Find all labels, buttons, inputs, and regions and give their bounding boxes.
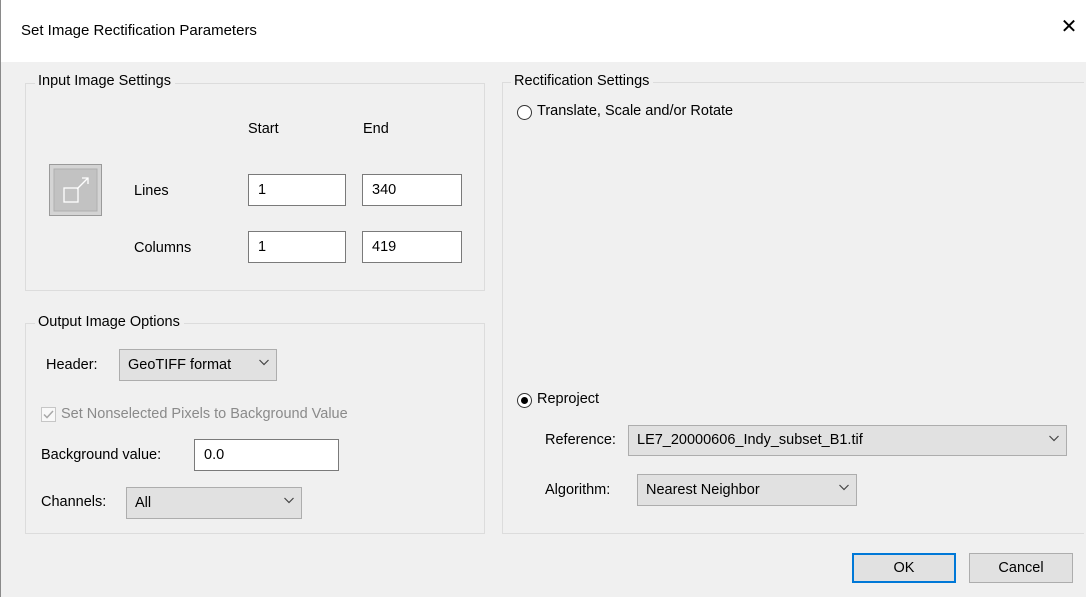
nonselected-pixels-checkbox[interactable]	[41, 407, 56, 422]
close-button[interactable]: ✕	[1058, 14, 1080, 40]
chevron-down-icon	[839, 483, 849, 492]
channels-label: Channels:	[41, 494, 107, 510]
background-value-label: Background value:	[41, 447, 162, 463]
rectification-settings-group	[502, 82, 1084, 534]
output-image-options-legend: Output Image Options	[35, 314, 184, 330]
translate-scale-rotate-radio[interactable]	[517, 105, 532, 120]
reference-value: LE7_20000606_Indy_subset_B1.tif	[637, 432, 863, 448]
chevron-down-icon	[284, 496, 294, 505]
reproject-label: Reproject	[537, 391, 600, 407]
translate-scale-rotate-label: Translate, Scale and/or Rotate	[537, 103, 734, 119]
lines-end-input[interactable]: 340	[362, 174, 462, 206]
region-select-button[interactable]	[49, 164, 102, 216]
reproject-radio[interactable]	[517, 393, 532, 408]
columns-label: Columns	[134, 240, 192, 256]
algorithm-label: Algorithm:	[545, 482, 611, 498]
columns-end-input[interactable]: 419	[362, 231, 462, 263]
start-header: Start	[248, 121, 279, 137]
channels-select[interactable]: All	[126, 487, 302, 519]
reference-label: Reference:	[545, 432, 616, 448]
chevron-down-icon	[1049, 434, 1059, 443]
window-region-select-icon	[53, 168, 98, 212]
background-value-input[interactable]: 0.0	[194, 439, 339, 471]
window-title: Set Image Rectification Parameters	[21, 22, 257, 39]
ok-button[interactable]: OK	[852, 553, 956, 583]
algorithm-select[interactable]: Nearest Neighbor	[637, 474, 857, 506]
lines-label: Lines	[134, 183, 169, 199]
end-header: End	[363, 121, 389, 137]
columns-start-input[interactable]: 1	[248, 231, 346, 263]
chevron-down-icon	[259, 358, 269, 367]
header-format-select[interactable]: GeoTIFF format	[119, 349, 277, 381]
reference-select[interactable]: LE7_20000606_Indy_subset_B1.tif	[628, 425, 1067, 456]
header-label: Header:	[46, 357, 98, 373]
close-icon: ✕	[1060, 16, 1078, 38]
nonselected-pixels-label: Set Nonselected Pixels to Background Val…	[61, 406, 348, 422]
checkmark-icon	[43, 410, 54, 419]
rectification-settings-legend: Rectification Settings	[511, 73, 654, 89]
header-format-value: GeoTIFF format	[128, 357, 232, 373]
dialog-border	[0, 0, 1, 597]
algorithm-value: Nearest Neighbor	[646, 482, 760, 498]
cancel-button[interactable]: Cancel	[969, 553, 1073, 583]
input-image-settings-legend: Input Image Settings	[35, 73, 175, 89]
channels-value: All	[135, 495, 152, 511]
lines-start-input[interactable]: 1	[248, 174, 346, 206]
